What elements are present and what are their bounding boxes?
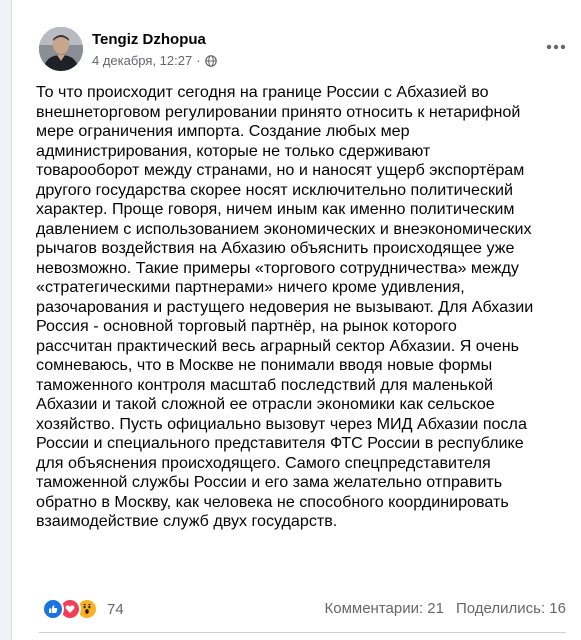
like-icon [42,598,64,620]
author-name[interactable]: Tengiz Dzhopua [92,31,206,48]
post-header: Tengiz Dzhopua 4 декабря, 12:27 · [39,27,581,75]
comments-count-link[interactable]: Комментарии: 21 [325,600,445,617]
post-card: Tengiz Dzhopua 4 декабря, 12:27 · То что… [11,0,581,640]
globe-icon[interactable] [204,54,217,67]
actions-divider [39,632,566,633]
reactions-summary[interactable]: 74 [42,598,124,620]
avatar-photo [39,27,83,71]
reaction-count: 74 [107,600,124,618]
more-horizontal-icon[interactable] [544,35,568,59]
avatar[interactable] [39,27,83,71]
post-body-text: То что происходит сегодня на границе Рос… [36,83,534,530]
shares-count-link[interactable]: Поделились: 16 [456,600,566,617]
post-meta: 4 декабря, 12:27 · [92,53,217,68]
engagement-stats: Комментарии: 21 Поделились: 16 [325,600,567,617]
post-timestamp[interactable]: 4 декабря, 12:27 [92,53,192,68]
meta-separator: · [196,53,201,68]
